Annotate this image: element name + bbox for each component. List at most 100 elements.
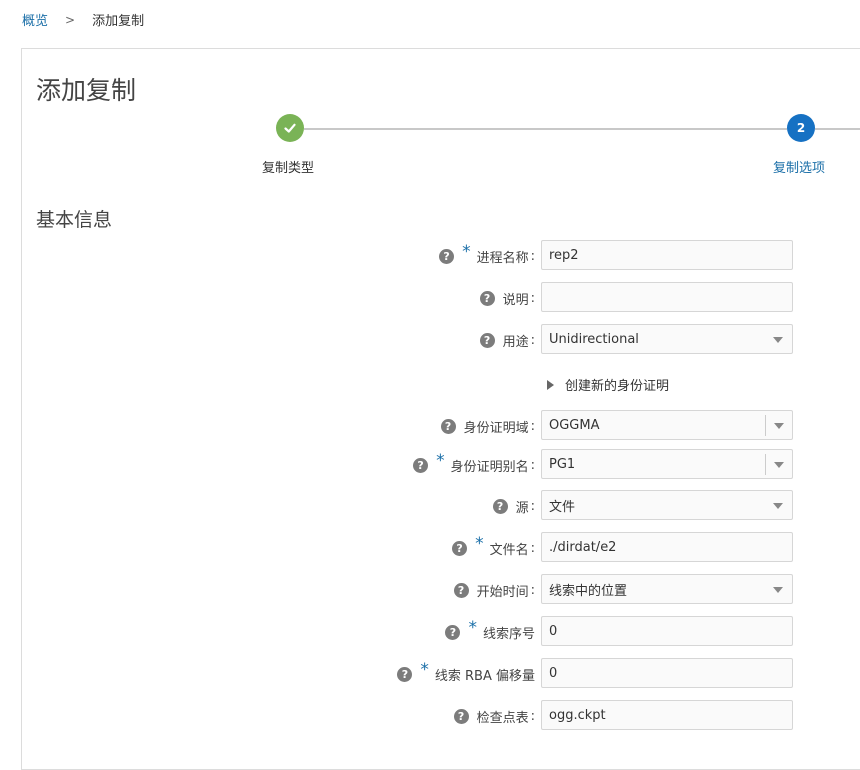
- help-icon[interactable]: ?: [445, 624, 461, 640]
- source-label: 源: [515, 500, 529, 516]
- checkpoint-table-label: 检查点表: [476, 710, 529, 726]
- help-icon[interactable]: ?: [453, 708, 469, 724]
- label-colon: :: [530, 248, 535, 264]
- label-colon: :: [530, 418, 535, 434]
- step-2-label[interactable]: 复制选项: [773, 157, 825, 176]
- help-icon[interactable]: ?: [413, 457, 429, 473]
- combobox-divider: [765, 415, 766, 436]
- required-icon: *: [436, 451, 445, 471]
- help-icon[interactable]: ?: [479, 290, 495, 306]
- help-icon[interactable]: ?: [397, 666, 413, 682]
- dropdown-arrow-icon[interactable]: [773, 337, 783, 343]
- purpose-select[interactable]: Unidirectional: [541, 324, 793, 354]
- file-name-field[interactable]: [541, 532, 793, 562]
- credential-domain-combobox[interactable]: OGGMA: [541, 410, 793, 440]
- combobox-divider: [765, 454, 766, 475]
- trail-sequence-input[interactable]: [549, 623, 792, 639]
- purpose-label: 用途: [502, 334, 529, 350]
- start-time-label: 开始时间: [476, 584, 529, 600]
- dropdown-arrow-icon[interactable]: [774, 462, 784, 468]
- dropdown-arrow-icon[interactable]: [773, 587, 783, 593]
- trail-sequence-field[interactable]: [541, 616, 793, 646]
- description-label-group: ? 说明:: [479, 282, 535, 314]
- trail-rba-input[interactable]: [549, 665, 792, 681]
- credential-domain-value[interactable]: OGGMA: [549, 418, 600, 433]
- checkpoint-table-row: ? 检查点表:: [22, 700, 860, 732]
- purpose-label-group: ? 用途:: [479, 324, 535, 356]
- help-icon[interactable]: ?: [440, 418, 456, 434]
- label-colon: :: [530, 582, 535, 598]
- label-colon: :: [530, 290, 535, 306]
- dropdown-arrow-icon[interactable]: [773, 503, 783, 509]
- checkpoint-table-field[interactable]: [541, 700, 793, 730]
- page-title: 添加复制: [36, 76, 137, 105]
- label-colon: :: [530, 708, 535, 724]
- trail-rba-label: 线索 RBA 偏移量: [434, 668, 535, 684]
- required-icon: *: [468, 618, 477, 638]
- breadcrumb-overview-link[interactable]: 概览: [22, 10, 48, 29]
- trail-sequence-label: 线索序号: [482, 626, 535, 642]
- description-field[interactable]: [541, 282, 793, 312]
- required-icon: *: [462, 242, 471, 262]
- credential-domain-label-group: ? 身份证明域:: [440, 410, 535, 442]
- train-connector-next: [815, 128, 860, 130]
- description-label: 说明: [502, 292, 529, 308]
- process-name-input[interactable]: [549, 247, 792, 263]
- add-replicat-panel: 添加复制 2 复制类型 复制选项 基本信息 ? * 进程名称: ? 说明:: [21, 48, 860, 770]
- source-label-group: ? 源:: [492, 490, 535, 522]
- help-icon[interactable]: ?: [453, 582, 469, 598]
- purpose-row: ? 用途: Unidirectional: [22, 324, 860, 356]
- step-2-indicator[interactable]: 2: [787, 114, 815, 142]
- start-time-value: 线索中的位置: [549, 583, 628, 599]
- credential-alias-value[interactable]: PG1: [549, 457, 575, 472]
- process-name-field[interactable]: [541, 240, 793, 270]
- trail-rba-row: ? * 线索 RBA 偏移量: [22, 658, 860, 690]
- breadcrumb-separator: >: [65, 12, 76, 27]
- create-credential-label[interactable]: 创建新的身份证明: [565, 375, 669, 394]
- description-input[interactable]: [549, 289, 792, 305]
- source-select[interactable]: 文件: [541, 490, 793, 520]
- credential-alias-combobox[interactable]: PG1: [541, 449, 793, 479]
- description-row: ? 说明:: [22, 282, 860, 314]
- checkpoint-table-label-group: ? 检查点表:: [453, 700, 535, 732]
- checkpoint-table-input[interactable]: [549, 707, 792, 723]
- start-time-select[interactable]: 线索中的位置: [541, 574, 793, 604]
- label-colon: :: [530, 332, 535, 348]
- credential-domain-row: ? 身份证明域: OGGMA: [22, 410, 860, 442]
- label-colon: :: [530, 498, 535, 514]
- help-icon[interactable]: ?: [492, 498, 508, 514]
- source-value: 文件: [549, 499, 576, 515]
- purpose-value: Unidirectional: [549, 331, 639, 347]
- step-train: 2 复制类型 复制选项: [22, 113, 860, 183]
- trail-rba-label-group: ? * 线索 RBA 偏移量: [397, 658, 535, 690]
- credential-alias-label: 身份证明别名: [450, 459, 529, 475]
- breadcrumb: 概览 > 添加复制: [22, 10, 145, 30]
- step-1-completed-check-icon[interactable]: [276, 114, 304, 142]
- breadcrumb-current: 添加复制: [92, 14, 145, 29]
- process-name-row: ? * 进程名称:: [22, 240, 860, 272]
- process-name-label-group: ? * 进程名称:: [439, 240, 535, 272]
- expand-triangle-icon[interactable]: [547, 379, 554, 390]
- train-connector: [304, 128, 787, 130]
- help-icon[interactable]: ?: [452, 540, 468, 556]
- create-credential-disclosure[interactable]: 创建新的身份证明: [547, 375, 669, 394]
- file-name-label-group: ? * 文件名:: [452, 532, 535, 564]
- required-icon: *: [475, 534, 484, 554]
- start-time-label-group: ? 开始时间:: [453, 574, 535, 606]
- dropdown-arrow-icon[interactable]: [774, 423, 784, 429]
- credential-alias-row: ? * 身份证明别名: PG1: [22, 449, 860, 481]
- process-name-label: 进程名称: [476, 250, 529, 266]
- file-name-row: ? * 文件名:: [22, 532, 860, 564]
- help-icon[interactable]: ?: [479, 332, 495, 348]
- credential-domain-label: 身份证明域: [463, 420, 529, 436]
- trail-sequence-label-group: ? * 线索序号: [445, 616, 535, 648]
- help-icon[interactable]: ?: [439, 248, 455, 264]
- trail-sequence-row: ? * 线索序号: [22, 616, 860, 648]
- source-row: ? 源: 文件: [22, 490, 860, 522]
- start-time-row: ? 开始时间: 线索中的位置: [22, 574, 860, 606]
- trail-rba-field[interactable]: [541, 658, 793, 688]
- step-1-label[interactable]: 复制类型: [262, 157, 314, 176]
- credential-alias-label-group: ? * 身份证明别名:: [413, 449, 535, 481]
- label-colon: :: [530, 457, 535, 473]
- file-name-input[interactable]: [549, 539, 792, 555]
